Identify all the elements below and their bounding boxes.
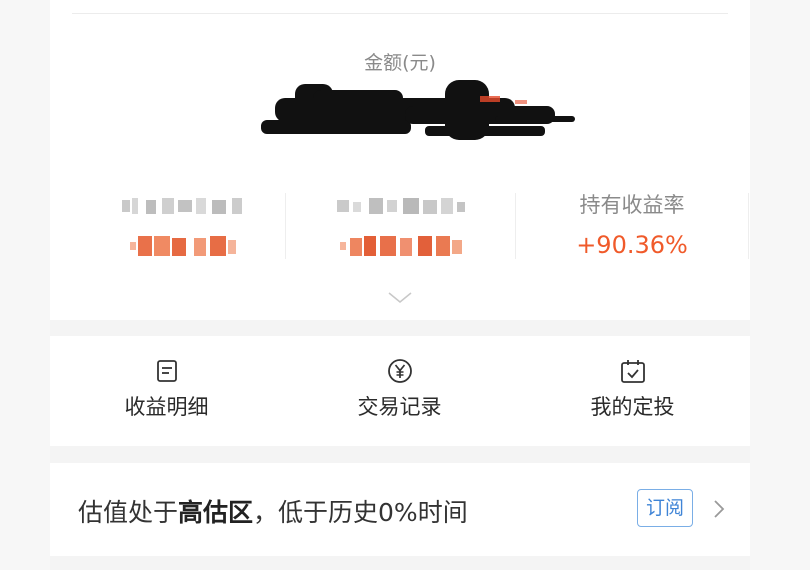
holding-yield-value: +90.36%	[576, 231, 688, 259]
yen-circle-icon	[387, 359, 412, 383]
stat-1	[68, 190, 300, 262]
stat-divider	[748, 193, 749, 259]
valuation-row[interactable]: 估值处于高估区，低于历史0%时间 订阅	[50, 463, 750, 556]
holding-yield-label: 持有收益率	[579, 193, 685, 217]
income-details-label: 收益明细	[124, 395, 209, 419]
valuation-prefix: 估值处于	[78, 498, 179, 527]
valuation-suffix: ，低于历史0%时间	[253, 498, 468, 527]
chevron-right-icon[interactable]	[713, 499, 725, 519]
chevron-down-icon[interactable]	[387, 291, 413, 305]
subscribe-button[interactable]: 订阅	[637, 489, 693, 527]
section-gap	[50, 446, 750, 463]
my-auto-invest-button[interactable]: 我的定投	[516, 355, 749, 421]
stat-holding-yield: 持有收益率 +90.36%	[516, 190, 748, 262]
stat-2-value-pixelated	[286, 228, 518, 262]
stat-2	[286, 190, 518, 262]
my-auto-invest-label: 我的定投	[590, 395, 675, 419]
amount-value-redacted	[261, 80, 575, 140]
valuation-text: 估值处于高估区，低于历史0%时间	[78, 493, 468, 529]
stat-1-label-pixelated	[68, 190, 300, 220]
amount-label: 金额(元)	[364, 52, 436, 74]
stat-2-label-pixelated	[286, 190, 518, 220]
income-details-button[interactable]: 收益明细	[50, 355, 283, 421]
transaction-records-button[interactable]: 交易记录	[283, 355, 516, 421]
fund-holding-panel: 金额(元) 持有收益率 +90.36% 收益明细 交易记录 我的定投 估值处于高…	[50, 0, 750, 570]
calendar-check-icon	[620, 360, 645, 383]
valuation-zone: 高估区	[178, 498, 254, 527]
document-lines-icon	[156, 360, 177, 382]
transaction-records-label: 交易记录	[357, 395, 442, 419]
section-gap	[50, 556, 750, 570]
top-divider	[72, 13, 728, 14]
section-gap	[50, 320, 750, 336]
stat-1-value-pixelated	[68, 228, 300, 262]
